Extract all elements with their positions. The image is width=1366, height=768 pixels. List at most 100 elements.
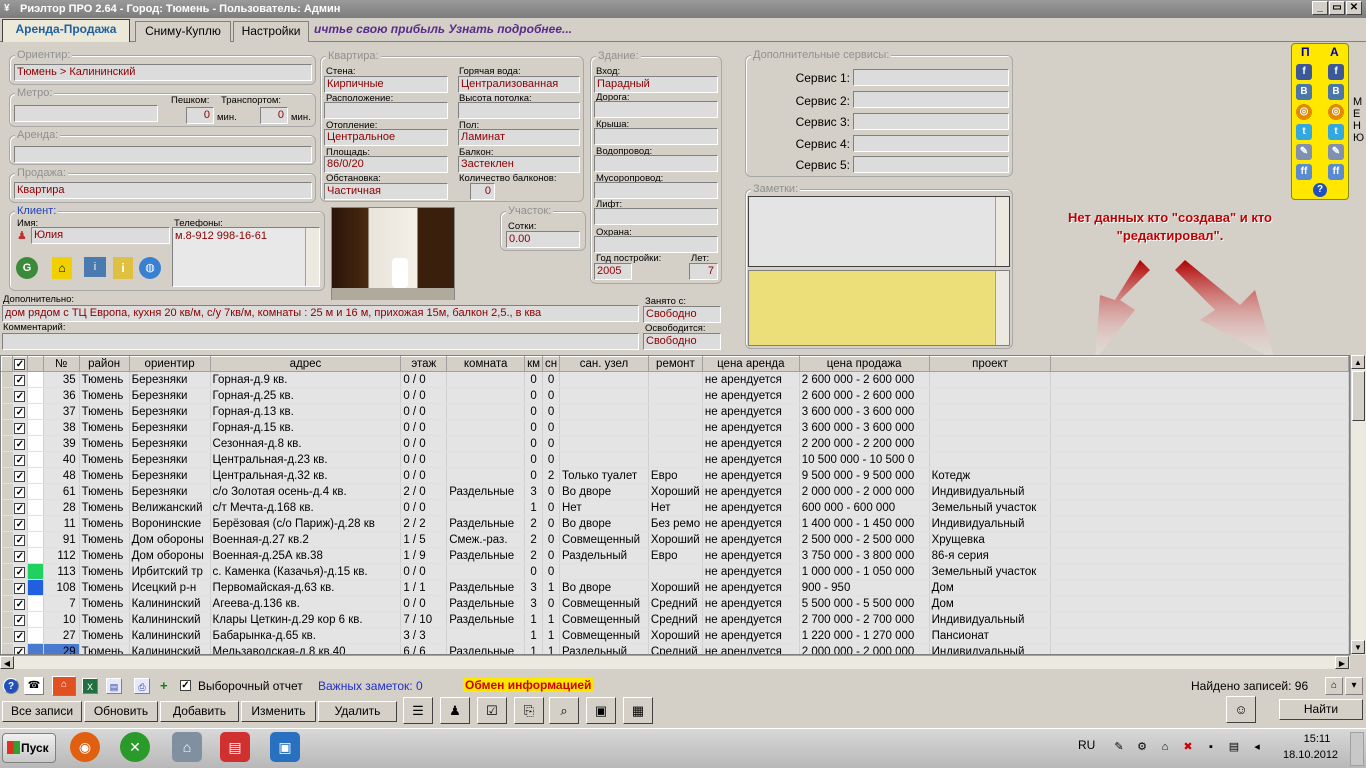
table-row[interactable]: ✓ 29 Тюмень Калининский Мельзаводская-д.8 кв…	[1, 643, 1349, 654]
row-checkbox[interactable]: ✓	[14, 582, 26, 594]
magnifier-icon[interactable]: ⌕	[549, 697, 579, 724]
report-checkbox[interactable]: ✓	[180, 680, 191, 691]
row-checkbox-cell[interactable]: ✓	[12, 563, 28, 580]
col-repair[interactable]: ремонт	[647, 356, 703, 372]
col-orientir[interactable]: ориентир	[128, 356, 211, 372]
col-floor[interactable]: этаж	[400, 356, 448, 372]
table-row[interactable]: ✓ 11 Тюмень Воронинские Берёзовая (с/о Париж…	[1, 515, 1349, 532]
occupied-field[interactable]: Свободно	[643, 306, 721, 323]
odnoklassniki-icon[interactable]: ◎	[1328, 104, 1344, 120]
heating-field[interactable]: Центральное	[324, 129, 448, 146]
comment-field[interactable]	[2, 333, 639, 350]
row-checkbox-cell[interactable]: ✓	[12, 403, 28, 420]
important-notes-count[interactable]: Важных заметок: 0	[318, 679, 423, 693]
scroll-right-icon[interactable]: ▶	[1335, 656, 1349, 669]
client-name-field[interactable]: Юлия	[31, 227, 170, 244]
tray-tools-icon[interactable]: ✎	[1112, 740, 1126, 754]
row-indicator[interactable]	[1, 595, 13, 612]
table-horizontal-scrollbar[interactable]: ◀ ▶	[0, 655, 1350, 669]
prodazha-field[interactable]: Квартира	[14, 182, 312, 199]
orientir-field[interactable]: Тюмень > Калининский	[14, 64, 312, 81]
important-notes-scrollbar[interactable]	[995, 271, 1009, 345]
row-indicator[interactable]	[1, 387, 13, 404]
col-district[interactable]: район	[78, 356, 130, 372]
freed-field[interactable]: Свободно	[643, 333, 721, 350]
show-desktop-button[interactable]	[1350, 732, 1364, 766]
row-indicator[interactable]	[1, 531, 13, 548]
lift-field[interactable]	[594, 208, 718, 225]
balcony-field[interactable]: Застеклен	[458, 156, 580, 173]
plus-icon[interactable]: +	[160, 678, 168, 693]
hotwater-field[interactable]: Централизованная	[458, 76, 580, 93]
network-app-icon[interactable]: ▣	[270, 732, 300, 762]
help-icon[interactable]: ?	[1313, 183, 1327, 197]
friendfeed-icon[interactable]: ff	[1328, 164, 1344, 180]
row-checkbox-cell[interactable]: ✓	[12, 643, 28, 654]
col-sn[interactable]: сн	[542, 356, 560, 372]
table-row[interactable]: ✓ 35 Тюмень Березняки Горная-д.9 кв. 0 / 0 00 н…	[1, 371, 1349, 388]
col-checkbox[interactable]: ✓	[11, 356, 28, 372]
row-checkbox[interactable]: ✓	[14, 518, 26, 530]
row-checkbox[interactable]: ✓	[14, 550, 26, 562]
row-checkbox-cell[interactable]: ✓	[12, 435, 28, 452]
table-vertical-scrollbar[interactable]: ▲ ▼	[1350, 355, 1366, 655]
firefox-icon[interactable]: ◉	[70, 732, 100, 762]
table-row[interactable]: ✓ 91 Тюмень Дом обороны Военная-д.27 кв.2 1 /…	[1, 531, 1349, 548]
col-bathroom[interactable]: сан. узел	[559, 356, 649, 372]
trash-field[interactable]	[594, 182, 718, 199]
table-row[interactable]: ✓ 27 Тюмень Калининский Бабарынка-д.65 кв. 3 …	[1, 627, 1349, 644]
entrance-field[interactable]: Парадный	[594, 76, 718, 93]
col-number[interactable]: №	[42, 356, 80, 372]
help-icon[interactable]: ?	[3, 678, 19, 694]
table-row[interactable]: ✓ 10 Тюмень Калининский Клары Цеткин-д.29 ко…	[1, 611, 1349, 628]
sotki-field[interactable]: 0.00	[506, 231, 580, 248]
report-label[interactable]: Выборочный отчет	[198, 679, 303, 693]
roof-field[interactable]	[594, 128, 718, 145]
close-button[interactable]: ✕	[1346, 1, 1362, 15]
list-view-icon[interactable]: ☰	[403, 697, 433, 724]
info-icon[interactable]: i	[113, 257, 133, 279]
tray-volume-icon[interactable]: ◂	[1250, 740, 1264, 754]
language-indicator[interactable]: RU	[1078, 738, 1095, 752]
road-field[interactable]	[594, 101, 718, 118]
info-card-icon[interactable]: i	[84, 257, 106, 277]
table-row[interactable]: ✓ 7 Тюмень Калининский Агеева-д.136 кв. 0 / 0…	[1, 595, 1349, 612]
table-row[interactable]: ✓ 40 Тюмень Березняки Центральная-д.23 кв. 0 …	[1, 451, 1349, 468]
add-button[interactable]: Добавить	[160, 701, 239, 722]
select-all-checkbox[interactable]: ✓	[14, 359, 26, 370]
xbox-icon[interactable]: ✕	[120, 732, 150, 762]
clipboard-icon[interactable]: ⎘	[514, 697, 544, 724]
house-app-icon[interactable]: ⌂	[172, 732, 202, 762]
row-indicator[interactable]	[1, 611, 13, 628]
table-row[interactable]: ✓ 36 Тюмень Березняки Горная-д.25 кв. 0 / 0 00…	[1, 387, 1349, 404]
row-indicator[interactable]	[1, 467, 13, 484]
row-indicator[interactable]	[1, 403, 13, 420]
row-checkbox-cell[interactable]: ✓	[12, 499, 28, 516]
row-checkbox[interactable]: ✓	[14, 566, 26, 578]
client-phones-field[interactable]: м.8-912 998-16-61	[172, 227, 320, 287]
service-5-field[interactable]	[853, 156, 1009, 173]
row-checkbox[interactable]: ✓	[14, 534, 26, 546]
row-indicator[interactable]	[1, 451, 13, 468]
house-icon[interactable]: ⌂	[52, 676, 76, 696]
furniture-field[interactable]: Частичная	[324, 183, 448, 200]
vk-icon[interactable]: B	[1328, 84, 1344, 100]
table-row[interactable]: ✓ 61 Тюмень Березняки с/о Золотая осень-д.4 …	[1, 483, 1349, 500]
row-checkbox-cell[interactable]: ✓	[12, 451, 28, 468]
water-field[interactable]	[594, 155, 718, 172]
row-indicator[interactable]	[1, 547, 13, 564]
odnoklassniki-icon[interactable]: ◎	[1296, 104, 1312, 120]
row-checkbox-cell[interactable]: ✓	[12, 515, 28, 532]
tray-warning-icon[interactable]: ✖	[1181, 740, 1195, 754]
refresh-button[interactable]: Обновить	[84, 701, 158, 722]
row-checkbox-cell[interactable]: ✓	[12, 595, 28, 612]
area-field[interactable]: 86/0/20	[324, 156, 448, 173]
row-indicator[interactable]	[1, 483, 13, 500]
table-row[interactable]: ✓ 108 Тюмень Исецкий р-н Первомайская-д.63 к…	[1, 579, 1349, 596]
transport-minutes[interactable]: 0	[260, 107, 288, 124]
service-2-field[interactable]	[853, 91, 1009, 108]
table-row[interactable]: ✓ 48 Тюмень Березняки Центральная-д.32 кв. 0 …	[1, 467, 1349, 484]
notes-textarea[interactable]	[748, 196, 1010, 267]
row-indicator[interactable]	[1, 643, 13, 654]
arenda-field[interactable]	[14, 146, 312, 163]
